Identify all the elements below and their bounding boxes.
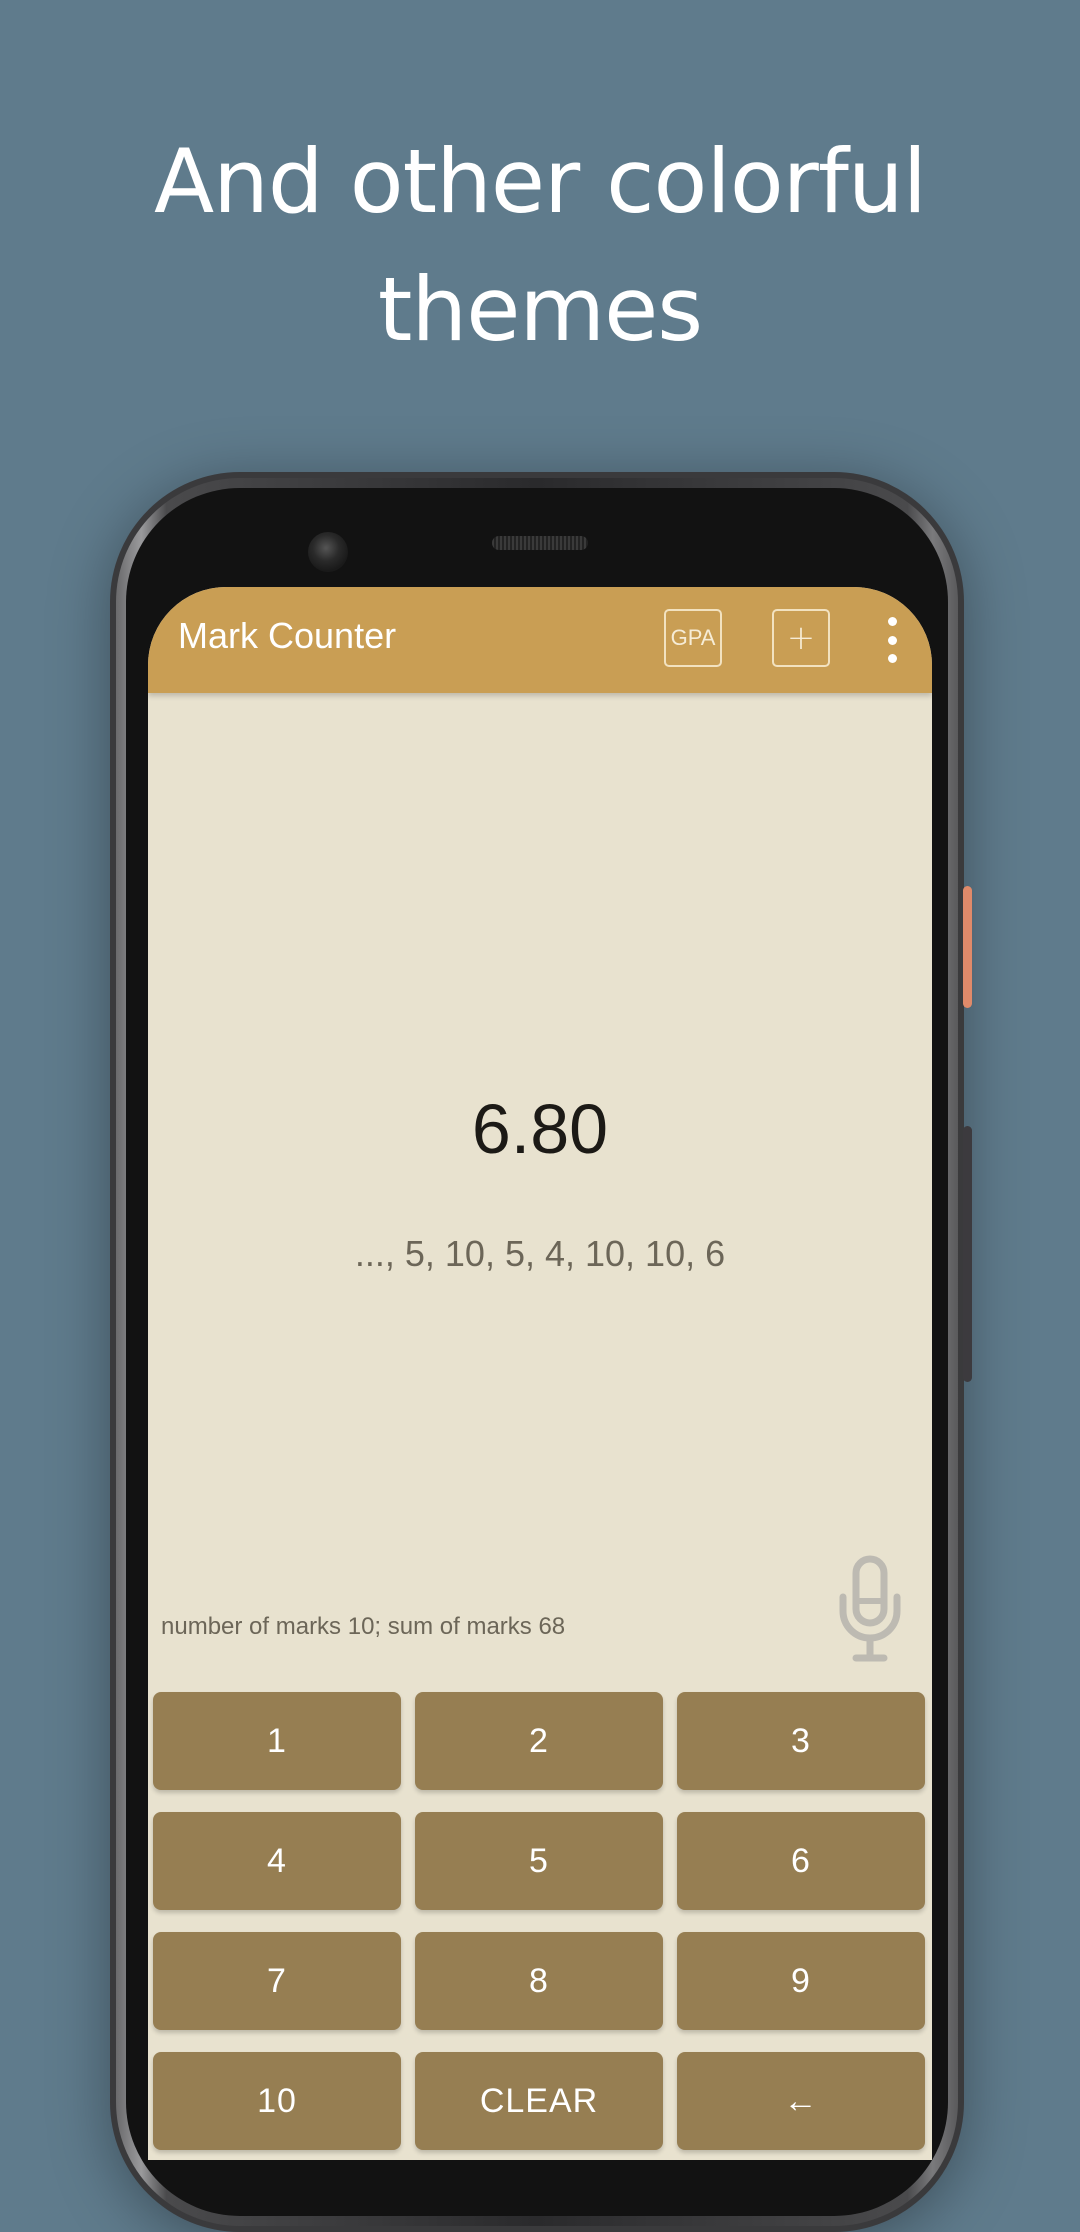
keypad: 1 2 3 4 5 6 7 8 9 10 CLEAR ← [153, 1692, 927, 2150]
front-camera-icon [308, 532, 348, 572]
key-9[interactable]: 9 [677, 1932, 925, 2030]
backspace-button[interactable]: ← [677, 2052, 925, 2150]
headline-line-1: And other colorful [153, 130, 927, 233]
plus-icon: + [786, 618, 816, 658]
promo-headline: And other colorful themes [0, 118, 1080, 374]
add-button[interactable]: + [772, 609, 830, 667]
headline-line-2: themes [377, 258, 703, 361]
more-options-button[interactable] [882, 617, 902, 663]
key-10[interactable]: 10 [153, 2052, 401, 2150]
marks-history: ..., 5, 10, 5, 4, 10, 10, 6 [354, 1233, 726, 1274]
app-bar: Mark Counter GPA + [148, 587, 932, 693]
key-7[interactable]: 7 [153, 1932, 401, 2030]
clear-button[interactable]: CLEAR [415, 2052, 663, 2150]
app-title: Mark Counter [178, 615, 397, 656]
more-vert-icon [887, 617, 897, 626]
backspace-arrow-icon: ← [783, 2081, 819, 2120]
key-8[interactable]: 8 [415, 1932, 663, 2030]
more-vert-dot [887, 654, 897, 663]
key-1[interactable]: 1 [153, 1692, 401, 1790]
average-mark: 6.80 [471, 1090, 609, 1168]
key-5[interactable]: 5 [415, 1812, 663, 1910]
gpa-button[interactable]: GPA [664, 609, 722, 667]
marks-stats: number of marks 10; sum of marks 68 [161, 1613, 566, 1640]
power-button [963, 886, 972, 1008]
key-3[interactable]: 3 [677, 1692, 925, 1790]
key-2[interactable]: 2 [415, 1692, 663, 1790]
microphone-icon [839, 1555, 901, 1662]
microphone-button[interactable] [838, 1555, 902, 1663]
volume-button [963, 1126, 972, 1382]
app-screen: Mark Counter GPA + 6.80 ..., 5, 10, 5, 4… [148, 587, 932, 2160]
key-4[interactable]: 4 [153, 1812, 401, 1910]
key-6[interactable]: 6 [677, 1812, 925, 1910]
earpiece-speaker [492, 536, 588, 550]
more-vert-dot [887, 635, 897, 645]
